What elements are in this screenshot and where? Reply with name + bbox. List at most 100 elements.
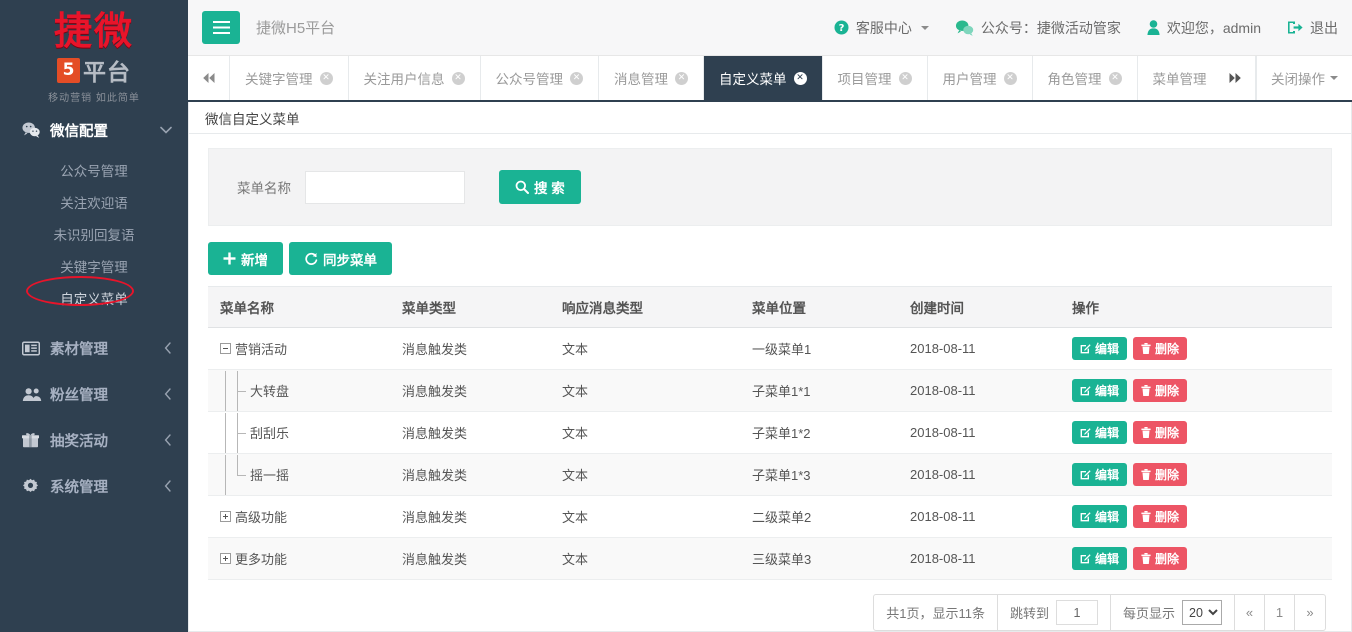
sidebar-item-fans-manage[interactable]: 粉丝管理 (0, 372, 188, 416)
close-icon[interactable]: ✕ (793, 71, 807, 85)
tab-bar: 关键字管理 ✕ 关注用户信息 ✕ 公众号管理 ✕ 消息管理 ✕ 自定义菜单 ✕ … (188, 56, 1352, 102)
menu-name-label: 刮刮乐 (250, 426, 290, 441)
tab-message-manage[interactable]: 消息管理 ✕ (599, 56, 704, 100)
tab-official-account-manage[interactable]: 公众号管理 ✕ (481, 56, 599, 100)
pagination-last-button[interactable]: » (1295, 595, 1325, 630)
cell-menu-name: 高级功能 (208, 495, 390, 538)
search-button[interactable]: 搜 索 (499, 170, 581, 204)
trash-icon (1141, 343, 1151, 354)
tab-keyword-manage[interactable]: 关键字管理 ✕ (230, 56, 349, 100)
official-account-info[interactable]: 公众号：捷微活动管家 (955, 18, 1121, 38)
tab-custom-menu[interactable]: 自定义菜单 ✕ (704, 56, 823, 100)
delete-button-label: 删除 (1155, 342, 1180, 356)
delete-button[interactable]: 删除 (1133, 337, 1188, 360)
tree-guide-line (220, 454, 233, 495)
table-row[interactable]: 更多功能 消息触发类 文本 三级菜单3 2018-08-11 编辑 删除 (208, 537, 1332, 580)
question-circle-icon: ? (834, 20, 849, 35)
add-button[interactable]: 新增 (208, 242, 283, 275)
cell-menu-type: 消息触发类 (390, 369, 550, 412)
close-icon[interactable]: ✕ (451, 71, 465, 85)
pagination: 共1页，显示11条 跳转到 每页显示 20 « (873, 594, 1326, 631)
delete-button-label: 删除 (1155, 426, 1180, 440)
double-left-icon[interactable] (188, 56, 230, 100)
search-form: 菜单名称 搜 索 (208, 148, 1332, 226)
sidebar-item-custom-menu[interactable]: 自定义菜单 (0, 282, 188, 314)
table-body: 营销活动 消息触发类 文本 一级菜单1 2018-08-11 编辑 删除 大转盘… (208, 327, 1332, 580)
sidebar-item-gzh-manage[interactable]: 公众号管理 (0, 154, 188, 186)
pagination-page-size: 每页显示 20 (1111, 595, 1235, 630)
delete-button[interactable]: 删除 (1133, 547, 1188, 570)
sidebar-item-lottery-activity[interactable]: 抽奖活动 (0, 418, 188, 462)
pagination-current-page[interactable]: 1 (1265, 595, 1295, 630)
table-row[interactable]: 营销活动 消息触发类 文本 一级菜单1 2018-08-11 编辑 删除 (208, 327, 1332, 370)
edit-button[interactable]: 编辑 (1072, 547, 1128, 570)
menu-table: 菜单名称 菜单类型 响应消息类型 菜单位置 创建时间 操作 营销活动 消息触发类… (208, 286, 1332, 580)
close-icon[interactable]: ✕ (319, 71, 333, 85)
sidebar-item-welcome-msg[interactable]: 关注欢迎语 (0, 186, 188, 218)
sidebar-item-label: 粉丝管理 (50, 387, 108, 404)
table-row[interactable]: 摇一摇 消息触发类 文本 子菜单1*3 2018-08-11 编辑 删除 (208, 453, 1332, 496)
edit-button[interactable]: 编辑 (1072, 337, 1128, 360)
edit-button[interactable]: 编辑 (1072, 505, 1128, 528)
tab-role-manage[interactable]: 角色管理 ✕ (1033, 56, 1138, 100)
logo-main-text: 捷微 (53, 9, 134, 53)
pagination-first-button[interactable]: « (1235, 595, 1265, 630)
table-row[interactable]: 高级功能 消息触发类 文本 二级菜单2 2018-08-11 编辑 删除 (208, 495, 1332, 538)
edit-button-label: 编辑 (1095, 510, 1120, 524)
tab-menu-manage[interactable]: 菜单管理 ✕ (1138, 56, 1214, 100)
search-input[interactable] (305, 170, 465, 204)
sidebar-item-keyword-manage[interactable]: 关键字管理 (0, 250, 188, 282)
edit-button[interactable]: 编辑 (1072, 463, 1128, 486)
plus-icon (223, 252, 236, 265)
user-greeting-label: 欢迎您，admin (1166, 19, 1261, 36)
table-row[interactable]: 大转盘 消息触发类 文本 子菜单1*1 2018-08-11 编辑 删除 (208, 369, 1332, 412)
tree-collapse-toggle-icon[interactable] (220, 343, 231, 354)
support-center-menu[interactable]: ? 客服中心 (834, 18, 929, 38)
cell-operations: 编辑 删除 (1060, 327, 1332, 370)
user-greeting[interactable]: 欢迎您，admin (1147, 18, 1261, 38)
sidebar-item-system-manage[interactable]: 系统管理 (0, 464, 188, 508)
logo[interactable]: 捷微 5 平台 移动营销 如此简单 (0, 0, 188, 108)
pagination-page-size-select[interactable]: 20 (1182, 600, 1222, 625)
cell-response-type: 文本 (550, 537, 740, 580)
close-icon[interactable]: ✕ (675, 71, 688, 85)
sync-menu-button[interactable]: 同步菜单 (289, 242, 392, 275)
tab-project-manage[interactable]: 项目管理 ✕ (823, 56, 928, 100)
cell-operations: 编辑 删除 (1060, 537, 1332, 580)
cell-created-time: 2018-08-11 (898, 327, 1060, 370)
tree-expand-toggle-icon[interactable] (220, 511, 231, 522)
tab-user-manage[interactable]: 用户管理 ✕ (928, 56, 1033, 100)
delete-button[interactable]: 删除 (1133, 379, 1188, 402)
topbar-right: ? 客服中心 公众号：捷微活动管家 欢迎您，admin 退出 (834, 18, 1338, 38)
tab-label: 公众号管理 (495, 72, 564, 87)
delete-button[interactable]: 删除 (1133, 505, 1188, 528)
delete-button[interactable]: 删除 (1133, 421, 1188, 444)
sidebar-item-wechat-config[interactable]: 微信配置 (0, 108, 188, 152)
pagination-jump-input[interactable] (1055, 600, 1098, 625)
svg-text:?: ? (838, 23, 844, 34)
sidebar-item-unknown-reply[interactable]: 未识别回复语 (0, 218, 188, 250)
close-icon[interactable]: ✕ (1003, 71, 1017, 85)
table-row[interactable]: 刮刮乐 消息触发类 文本 子菜单1*2 2018-08-11 编辑 删除 (208, 411, 1332, 454)
pagination-row: 共1页，显示11条 跳转到 每页显示 20 « (208, 580, 1332, 631)
delete-button[interactable]: 删除 (1133, 463, 1188, 486)
tree-expand-toggle-icon[interactable] (220, 553, 231, 564)
close-icon[interactable]: ✕ (898, 71, 912, 85)
header-created-time: 创建时间 (898, 286, 1060, 328)
edit-button[interactable]: 编辑 (1072, 421, 1128, 444)
double-right-icon[interactable] (1214, 56, 1256, 100)
trash-icon (1141, 385, 1151, 396)
sidebar-item-material-manage[interactable]: 素材管理 (0, 326, 188, 370)
close-icon[interactable]: ✕ (570, 71, 583, 85)
tree-node: 摇一摇 (220, 454, 390, 495)
tab-label: 用户管理 (942, 72, 997, 87)
tab-follow-user-info[interactable]: 关注用户信息 ✕ (349, 56, 481, 100)
trash-icon (1141, 511, 1151, 522)
close-operations-menu[interactable]: 关闭操作 (1256, 56, 1352, 100)
close-icon[interactable]: ✕ (1108, 71, 1122, 85)
edit-button[interactable]: 编辑 (1072, 379, 1128, 402)
hamburger-icon[interactable] (202, 11, 240, 44)
wechat-icon (22, 122, 46, 138)
tree-branch-icon (233, 412, 247, 453)
logout-button[interactable]: 退出 (1287, 18, 1338, 38)
